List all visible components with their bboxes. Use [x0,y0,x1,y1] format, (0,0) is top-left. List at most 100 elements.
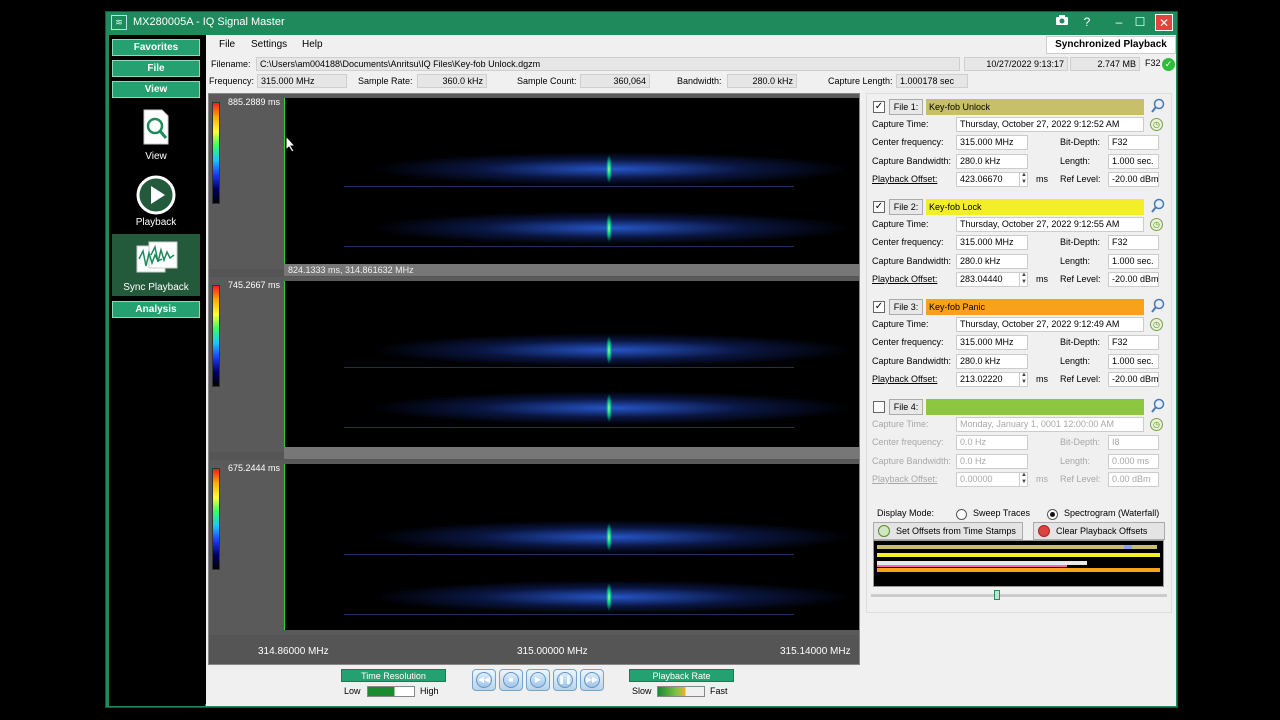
filename-value: C:\Users\am004188\Documents\Anritsu\IQ F… [256,57,960,71]
file-enable-checkbox[interactable]: ✓ [873,201,885,213]
app-window: ≋ MX280005A - IQ Signal Master ? – ☐ ✕ F… [105,11,1178,708]
offset-spinner[interactable]: ▲ ▼ [1019,172,1028,187]
nav-tile-sync-label: Sync Playback [123,282,189,293]
time-cursor[interactable] [284,464,285,630]
file-enable-checkbox[interactable]: ✓ [873,101,885,113]
file-enable-checkbox[interactable]: ✓ [873,301,885,313]
playback-offset-input[interactable]: 213.02220 [956,372,1028,387]
spectrogram-panel-3[interactable]: 675.2444 ms [209,460,859,635]
file-name-field[interactable]: Key-fob Panic [926,299,1144,315]
freq-center-label: 315.00000 MHz [517,646,588,657]
ms-unit-label: ms [1036,474,1048,484]
file-datetime: 10/27/2022 9:13:17 [964,57,1068,71]
spectrogram-radio[interactable] [1047,509,1058,520]
timestamp-clock-icon[interactable]: ◷ [1150,218,1163,231]
file-select-button[interactable]: File 3: [889,299,923,315]
offset-scrollbar-thumb[interactable] [994,590,1000,600]
nav-tile-view[interactable]: View [112,103,200,165]
waterfall-plot[interactable] [284,464,859,630]
help-icon[interactable]: ? [1078,14,1096,31]
stop-button[interactable]: ■ [499,669,523,691]
nav-favorites[interactable]: Favorites [112,39,200,56]
search-icon[interactable] [1150,98,1166,114]
playback-offset-input[interactable]: 423.06670 [956,172,1028,187]
file-select-button[interactable]: File 4: [889,399,923,415]
minimize-icon[interactable]: – [1110,14,1128,31]
time-resolution-slider[interactable] [367,686,415,697]
sweep-traces-label: Sweep Traces [973,508,1031,518]
nav-analysis[interactable]: Analysis [112,301,200,318]
bit-depth-value: F32 [1108,135,1159,150]
panel-time-label: 745.2667 ms [228,280,281,290]
timestamp-clock-icon[interactable]: ◷ [1150,318,1163,331]
playback-offset-link[interactable]: Playback Offset: [872,274,937,284]
playback-offset-link[interactable]: Playback Offset: [872,474,937,484]
playback-offset-input[interactable]: 0.00000 [956,472,1028,487]
set-offsets-button[interactable]: Set Offsets from Time Stamps [873,522,1023,540]
timestamp-clock-icon[interactable]: ◷ [1150,418,1163,431]
file-name-field[interactable]: Key-fob Lock [926,199,1144,215]
waterfall-plot[interactable] [284,281,859,447]
timestamp-clock-icon[interactable]: ◷ [1150,118,1163,131]
maximize-icon[interactable]: ☐ [1131,14,1149,31]
time-cursor[interactable] [284,98,285,264]
clear-icon [1038,525,1050,537]
search-icon[interactable] [1150,398,1166,414]
close-icon[interactable]: ✕ [1155,14,1173,31]
ref-level-value: -20.00 dBm [1108,272,1159,287]
camera-icon[interactable] [1053,14,1071,31]
spectrogram-panel-1[interactable]: 885.2889 ms 824.1333 ms, 314.861632 MHz [209,94,859,276]
rewind-button[interactable]: ◀◀ [472,669,496,691]
spectrogram-area[interactable]: 885.2889 ms 824.1333 ms, 314.861632 MHz … [208,93,860,665]
length-label: Length: [1060,256,1091,266]
fast-forward-button[interactable]: ▶▶ [580,669,604,691]
offset-scrollbar[interactable] [871,590,1167,600]
capture-time-value: Thursday, October 27, 2022 9:12:55 AM [956,217,1144,232]
menu-settings[interactable]: Settings [251,39,287,50]
nav-view[interactable]: View [112,81,200,98]
capture-bandwidth-value: 280.0 kHz [956,154,1028,169]
offset-spinner[interactable]: ▲ ▼ [1019,372,1028,387]
capture-length-value: 1.000178 sec [896,74,968,88]
search-icon[interactable] [1150,198,1166,214]
play-button[interactable]: ▶ [526,669,550,691]
search-icon[interactable] [1150,298,1166,314]
file-select-button[interactable]: File 1: [889,99,923,115]
playback-offset-input[interactable]: 283.04440 [956,272,1028,287]
bit-depth-value: I8 [1108,435,1159,450]
offset-spinner[interactable]: ▲ ▼ [1019,272,1028,287]
spectrogram-panel-2[interactable]: 745.2667 ms [209,277,859,459]
sample-rate-value: 360.0 kHz [417,74,487,88]
filename-label: Filename: [211,59,251,69]
playback-offset-link[interactable]: Playback Offset: [872,174,937,184]
offset-spinner[interactable]: ▲ ▼ [1019,472,1028,487]
capture-time-value: Monday, January 1, 0001 12:00:00 AM [956,417,1144,432]
waterfall-plot[interactable] [284,98,859,264]
file-enable-checkbox[interactable] [873,401,885,413]
file-name-field[interactable] [926,399,1144,415]
nav-tile-view-label: View [145,151,167,162]
capture-time-value: Thursday, October 27, 2022 9:12:52 AM [956,117,1144,132]
playback-offset-link[interactable]: Playback Offset: [872,374,937,384]
menu-help[interactable]: Help [302,39,323,50]
sweep-traces-radio[interactable] [956,509,967,520]
playback-rate-slider[interactable] [657,686,705,697]
bandwidth-label: Bandwidth: [677,76,722,86]
bit-depth-label: Bit-Depth: [1060,237,1101,247]
menu-file[interactable]: File [219,39,235,50]
ref-level-label: Ref Level: [1060,174,1101,184]
nav-tile-playback[interactable]: Playback [112,169,200,231]
document-magnify-icon [143,109,169,145]
bit-depth-label: Bit-Depth: [1060,337,1101,347]
length-label: Length: [1060,156,1091,166]
time-cursor[interactable] [284,281,285,447]
file-block-1: ✓ File 1: Key-fob Unlock Capture Time: T… [871,98,1167,194]
file-name-field[interactable]: Key-fob Unlock [926,99,1144,115]
file-select-button[interactable]: File 2: [889,199,923,215]
pause-button[interactable]: ❚❚ [553,669,577,691]
nav-file[interactable]: File [112,60,200,77]
bit-depth-value: F32 [1108,335,1159,350]
nav-tile-sync-playback[interactable]: Sync Playback [112,234,200,296]
play-icon: ▶ [530,672,546,688]
clear-offsets-button[interactable]: Clear Playback Offsets [1033,522,1165,540]
